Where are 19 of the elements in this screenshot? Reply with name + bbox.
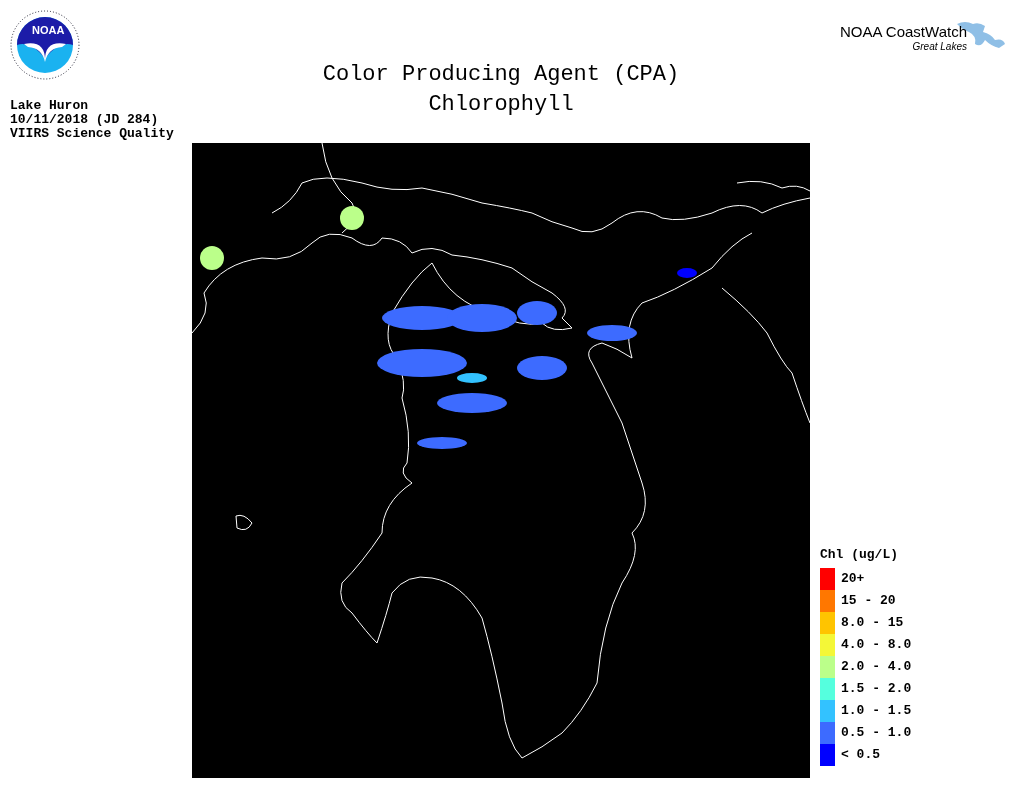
logo-text: NOAA CoastWatch — [840, 24, 967, 39]
info-line: 10/11/2018 (JD 284) — [10, 113, 160, 127]
legend-label: 2.0 - 4.0 — [841, 658, 912, 677]
legend-title: Chl (ug/L) — [820, 545, 899, 564]
legend-label: 4.0 - 8.0 — [841, 636, 912, 655]
map-title: Chlorophyll — [428, 91, 574, 119]
legend-label: < 0.5 — [841, 746, 880, 765]
seal-logo-drawing — [10, 10, 80, 80]
legend-label: 1.5 - 2.0 — [841, 680, 912, 699]
logo-text: NOAA — [32, 25, 65, 36]
legend-label: 20+ — [841, 570, 865, 589]
info-line: Lake Huron — [10, 99, 89, 113]
legend-label: 8.0 - 15 — [841, 614, 904, 633]
legend-label: 15 - 20 — [841, 592, 896, 611]
map-title: Color Producing Agent (CPA) — [322, 61, 680, 89]
info-line: VIIRS Science Quality — [10, 127, 175, 141]
logo-subtitle: Great Lakes — [912, 42, 967, 52]
legend-label: 0.5 - 1.0 — [841, 724, 912, 743]
legend-label: 1.0 - 1.5 — [841, 702, 912, 721]
